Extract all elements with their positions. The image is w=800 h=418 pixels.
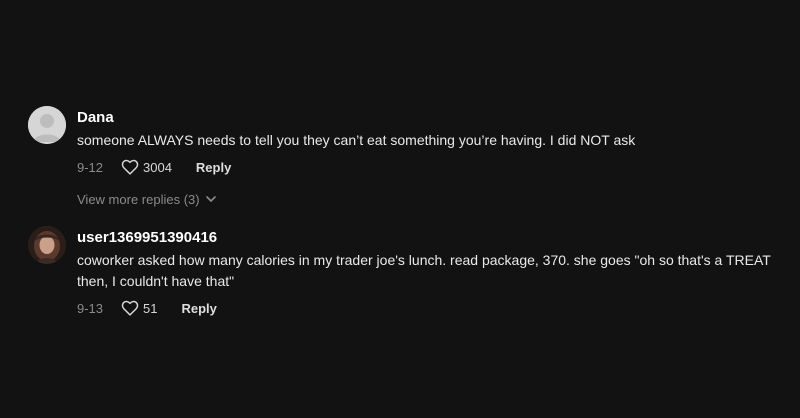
like-button[interactable]: 51 [121,300,157,316]
comment-text: someone ALWAYS needs to tell you they ca… [77,132,636,148]
heart-icon [121,159,139,175]
reply-button[interactable]: Reply [181,301,216,316]
like-button[interactable]: 3004 [121,159,172,175]
comment-date: 9-12 [77,159,104,175]
view-more-replies-label: View more replies (3) [77,192,200,207]
like-count: 3004 [143,159,172,175]
reply-button[interactable]: Reply [196,160,231,175]
profile-photo-icon [28,226,66,264]
heart-icon [121,300,139,316]
chevron-down-icon [205,196,216,202]
view-more-replies-button[interactable]: View more replies (3) [77,192,216,207]
avatar[interactable] [28,226,66,264]
comment-text: coworker asked how many calories in my t… [77,252,771,289]
comment-date: 9-13 [77,300,104,316]
comment-username[interactable]: Dana [77,109,780,127]
like-count: 51 [143,300,158,316]
comment-username[interactable]: user1369951390416 [77,229,780,247]
default-avatar-icon [28,106,66,144]
avatar[interactable] [28,106,66,144]
